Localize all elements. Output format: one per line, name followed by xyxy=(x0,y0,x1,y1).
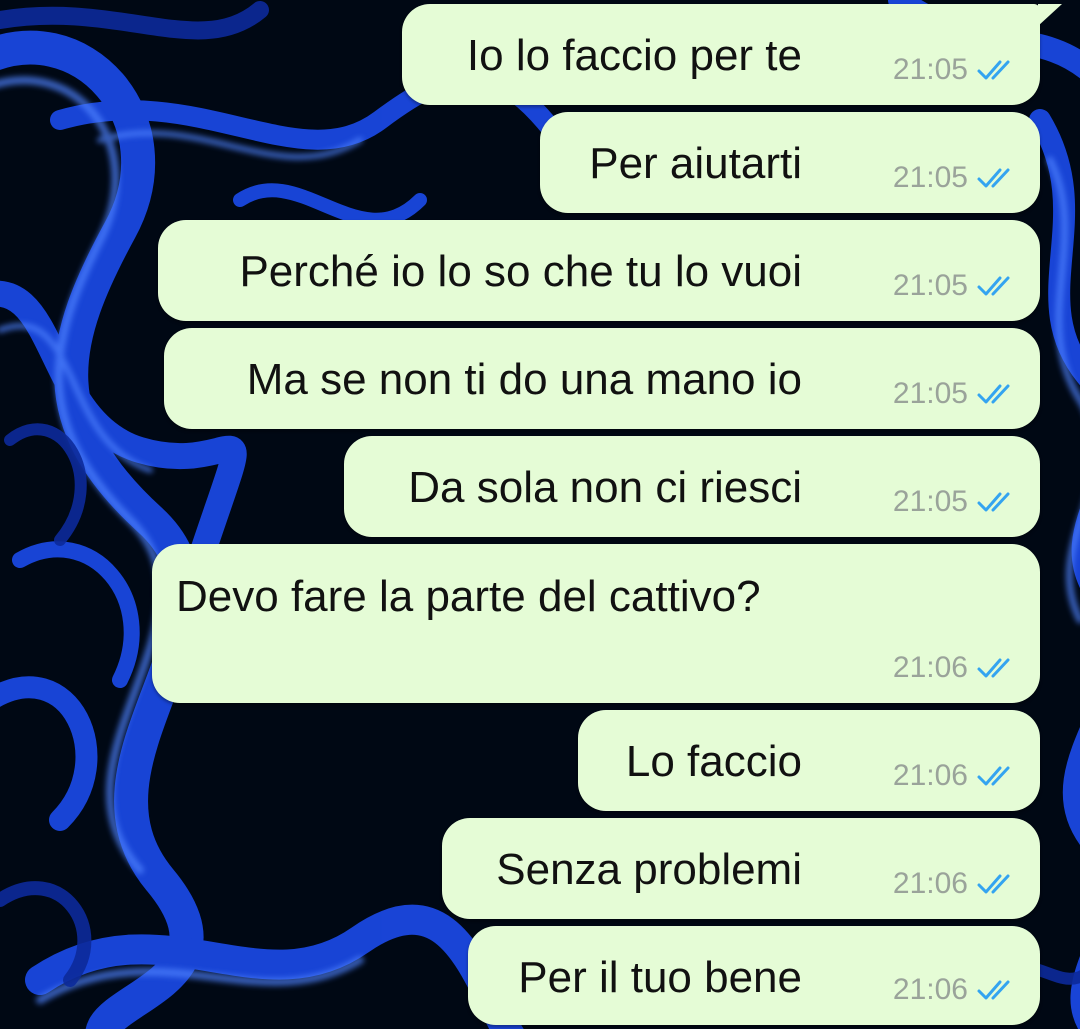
message-meta: 21:05 xyxy=(893,161,1018,195)
double-check-read-icon xyxy=(977,492,1010,512)
message-text: Senza problemi xyxy=(496,845,802,894)
message-bubble[interactable]: Senza problemi 21:06 xyxy=(442,818,1040,919)
message-time: 21:05 xyxy=(892,269,968,302)
double-check-read-icon xyxy=(977,384,1010,404)
double-check-read-icon xyxy=(977,874,1010,894)
message-bubble[interactable]: Lo faccio 21:06 xyxy=(578,710,1040,811)
message-text: Perché io lo so che tu lo vuoi xyxy=(239,247,802,296)
double-check-read-icon xyxy=(977,658,1010,678)
message-text: Ma se non ti do una mano io xyxy=(246,355,802,404)
message-time: 21:05 xyxy=(892,377,968,410)
message-meta: 21:05 xyxy=(893,269,1018,303)
double-check-read-icon xyxy=(977,766,1010,786)
message-text: Da sola non ci riesci xyxy=(408,463,802,512)
message-text: Lo faccio xyxy=(625,737,802,786)
message-text: Per il tuo bene xyxy=(518,953,802,1002)
message-time: 21:05 xyxy=(892,53,968,86)
message-text: Io lo faccio per te xyxy=(466,31,802,80)
message-list[interactable]: Io lo faccio per te 21:05 Per aiutarti 2… xyxy=(0,0,1080,1029)
message-time: 21:05 xyxy=(892,485,968,518)
message-bubble[interactable]: Devo fare la parte del cattivo? 21:06 xyxy=(152,544,1040,703)
message-time: 21:06 xyxy=(892,759,968,792)
double-check-read-icon xyxy=(977,276,1010,296)
message-text: Devo fare la parte del cattivo? xyxy=(176,572,761,621)
message-bubble[interactable]: Perché io lo so che tu lo vuoi 21:05 xyxy=(158,220,1040,321)
double-check-read-icon xyxy=(977,60,1010,80)
message-bubble[interactable]: Io lo faccio per te 21:05 xyxy=(402,4,1062,105)
message-time: 21:05 xyxy=(892,161,968,194)
message-meta: 21:05 xyxy=(893,53,1018,87)
message-time: 21:06 xyxy=(892,867,968,900)
message-meta: 21:05 xyxy=(893,377,1018,411)
message-bubble[interactable]: Per il tuo bene 21:06 xyxy=(468,926,1040,1025)
message-bubble[interactable]: Ma se non ti do una mano io 21:05 xyxy=(164,328,1040,429)
message-bubble[interactable]: Da sola non ci riesci 21:05 xyxy=(344,436,1040,537)
bubble-tail xyxy=(1038,4,1062,26)
double-check-read-icon xyxy=(977,980,1010,1000)
message-meta: 21:06 xyxy=(893,867,1018,901)
message-meta: 21:06 xyxy=(893,973,1018,1007)
message-text: Per aiutarti xyxy=(589,139,802,188)
message-time: 21:06 xyxy=(892,651,968,684)
message-time: 21:06 xyxy=(892,973,968,1006)
message-meta: 21:06 xyxy=(893,651,1018,685)
double-check-read-icon xyxy=(977,168,1010,188)
message-meta: 21:05 xyxy=(893,485,1018,519)
message-bubble[interactable]: Per aiutarti 21:05 xyxy=(540,112,1040,213)
message-meta: 21:06 xyxy=(893,759,1018,793)
